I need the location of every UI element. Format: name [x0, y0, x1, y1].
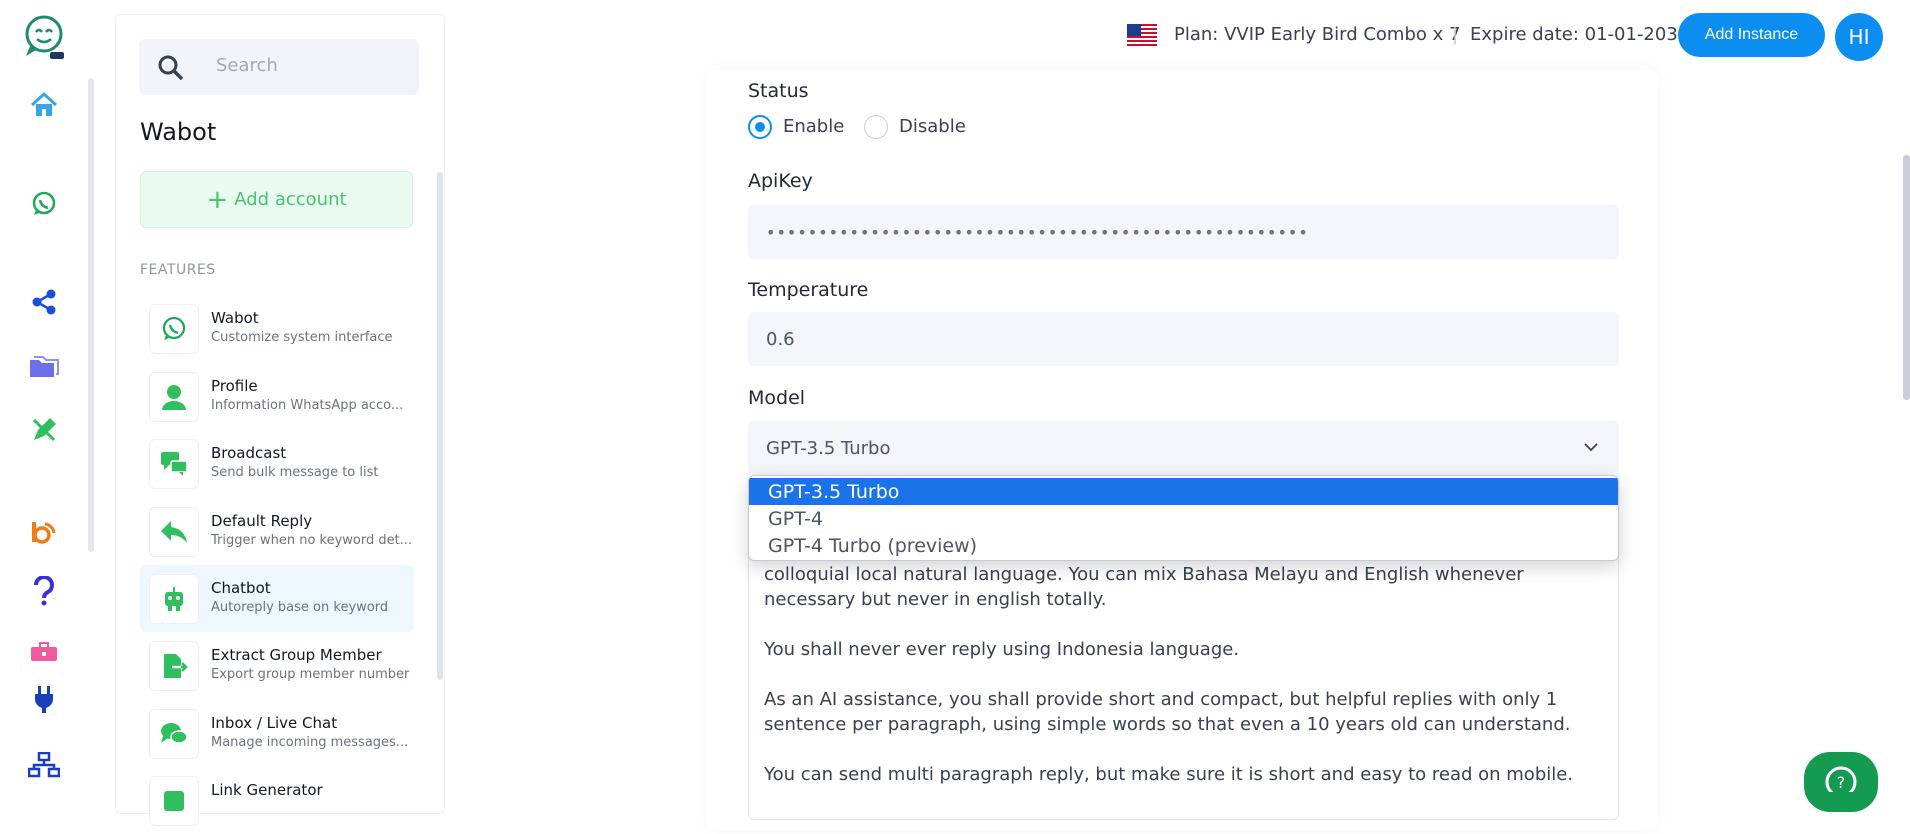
- sidebar-item-title: Extract Group Member: [211, 646, 382, 664]
- features-heading: FEATURES: [140, 262, 216, 278]
- whatsapp-icon: [149, 304, 199, 354]
- icon-rail: [0, 0, 88, 792]
- edit-tools-icon[interactable]: [24, 410, 64, 450]
- sidebar-item-broadcast[interactable]: Broadcast Send bulk message to list: [140, 430, 414, 497]
- search-input[interactable]: Search: [216, 55, 278, 76]
- sidebar-item-profile[interactable]: Profile Information WhatsApp acco...: [140, 363, 414, 430]
- help-icon[interactable]: [24, 571, 64, 611]
- chat-icon: [149, 709, 199, 759]
- plan-text: Plan: VVIP Early Bird Combo x 7: [1174, 24, 1461, 45]
- sidebar-item-title: Default Reply: [211, 512, 313, 530]
- whatsapp-icon[interactable]: [24, 184, 64, 224]
- sidebar-item-title: Inbox / Live Chat: [211, 714, 338, 732]
- reply-icon: [149, 507, 199, 557]
- model-selected-value: GPT-3.5 Turbo: [766, 437, 891, 459]
- toolbox-icon[interactable]: [24, 632, 64, 672]
- folders-icon[interactable]: [24, 347, 64, 387]
- sidebar-item-default-reply[interactable]: Default Reply Trigger when no keyword de…: [140, 498, 414, 565]
- prompt-line: As an AI assistance, you shall provide s…: [764, 689, 1558, 710]
- temperature-label: Temperature: [748, 279, 869, 301]
- separator: |: [1452, 24, 1459, 45]
- sidebar-item-extract-group-member[interactable]: Extract Group Member Export group member…: [140, 632, 414, 699]
- sidebar-item-subtitle: Trigger when no keyword det...: [211, 533, 411, 548]
- add-account-button[interactable]: + Add account: [140, 171, 413, 228]
- sidebar-item-subtitle: Information WhatsApp acco...: [211, 398, 404, 413]
- disable-label[interactable]: Disable: [899, 116, 966, 137]
- model-option-gpt-3-5-turbo[interactable]: GPT-3.5 Turbo: [749, 478, 1618, 505]
- model-label: Model: [748, 387, 806, 409]
- model-select[interactable]: GPT-3.5 Turbo: [748, 421, 1619, 475]
- add-account-label: Add account: [234, 189, 347, 210]
- sidebar-item-subtitle: Send bulk message to list: [211, 465, 379, 480]
- sidebar-item-title: Broadcast: [211, 444, 287, 462]
- avatar[interactable]: HI: [1835, 13, 1883, 61]
- network-icon[interactable]: [24, 745, 64, 785]
- sidebar-item-chatbot[interactable]: Chatbot Autoreply base on keyword: [140, 565, 414, 632]
- svg-text:?: ?: [1837, 773, 1846, 792]
- enable-label[interactable]: Enable: [783, 116, 844, 137]
- search-icon: [157, 54, 185, 86]
- page-scrollbar[interactable]: [1903, 155, 1910, 400]
- link-icon: [149, 776, 199, 826]
- chevron-down-icon: [1583, 439, 1599, 460]
- model-option-gpt-4[interactable]: GPT-4: [749, 505, 1618, 532]
- status-label: Status: [748, 80, 809, 102]
- temperature-input[interactable]: 0.6: [748, 312, 1619, 366]
- app-logo-icon[interactable]: [20, 14, 68, 60]
- apikey-label: ApiKey: [748, 170, 813, 192]
- sidebar-item-subtitle: Manage incoming messages...: [211, 735, 409, 750]
- help-chat-button[interactable]: ?: [1804, 752, 1878, 812]
- sidebar-item-wabot[interactable]: Wabot Customize system interface: [140, 295, 414, 362]
- sidebar-item-title: Wabot: [211, 309, 259, 327]
- chat-bubbles-icon: [149, 439, 199, 489]
- sidebar-item-title: Chatbot: [211, 579, 271, 597]
- expire-date-text: Expire date: 01-01-2038: [1470, 24, 1690, 45]
- search-box[interactable]: Search: [139, 39, 419, 95]
- sidebar-item-subtitle: Autoreply base on keyword: [211, 600, 389, 615]
- user-icon: [149, 372, 199, 422]
- model-option-gpt-4-turbo-preview[interactable]: GPT-4 Turbo (preview): [749, 532, 1618, 559]
- disable-radio[interactable]: [864, 115, 888, 139]
- robot-icon: [149, 574, 199, 624]
- add-instance-button[interactable]: Add Instance: [1678, 13, 1825, 57]
- prompt-line: colloquial local natural language. You c…: [764, 564, 1524, 585]
- us-flag-icon[interactable]: [1127, 24, 1157, 46]
- export-file-icon: [149, 641, 199, 691]
- prompt-line: necessary but never in english totally.: [764, 589, 1107, 610]
- blogger-icon[interactable]: [24, 512, 64, 552]
- sidebar-item-title: Link Generator: [211, 781, 323, 799]
- sidebar-item-subtitle: Export group member number: [211, 667, 410, 682]
- apikey-input[interactable]: ••••••••••••••••••••••••••••••••••••••••…: [748, 205, 1619, 259]
- enable-radio[interactable]: [748, 115, 772, 139]
- panel-title: Wabot: [140, 118, 217, 146]
- sidebar-item-inbox-live-chat[interactable]: Inbox / Live Chat Manage incoming messag…: [140, 700, 414, 767]
- prompt-line: sentence per paragraph, using simple wor…: [764, 714, 1571, 735]
- model-dropdown-list: GPT-3.5 Turbo GPT-4 GPT-4 Turbo (preview…: [748, 475, 1619, 561]
- sidebar-item-link-generator[interactable]: Link Generator: [140, 767, 414, 834]
- share-icon[interactable]: [24, 282, 64, 322]
- prompt-line: You shall never ever reply using Indones…: [764, 639, 1240, 660]
- sidebar-scrollbar[interactable]: [437, 172, 443, 680]
- sidebar-item-subtitle: Customize system interface: [211, 330, 393, 345]
- sidebar-item-title: Profile: [211, 377, 258, 395]
- home-icon[interactable]: [24, 85, 64, 125]
- plug-icon[interactable]: [24, 679, 64, 719]
- plus-icon: +: [206, 184, 229, 215]
- prompt-line: You can send multi paragraph reply, but …: [764, 764, 1574, 785]
- rail-scrollbar[interactable]: [88, 78, 94, 552]
